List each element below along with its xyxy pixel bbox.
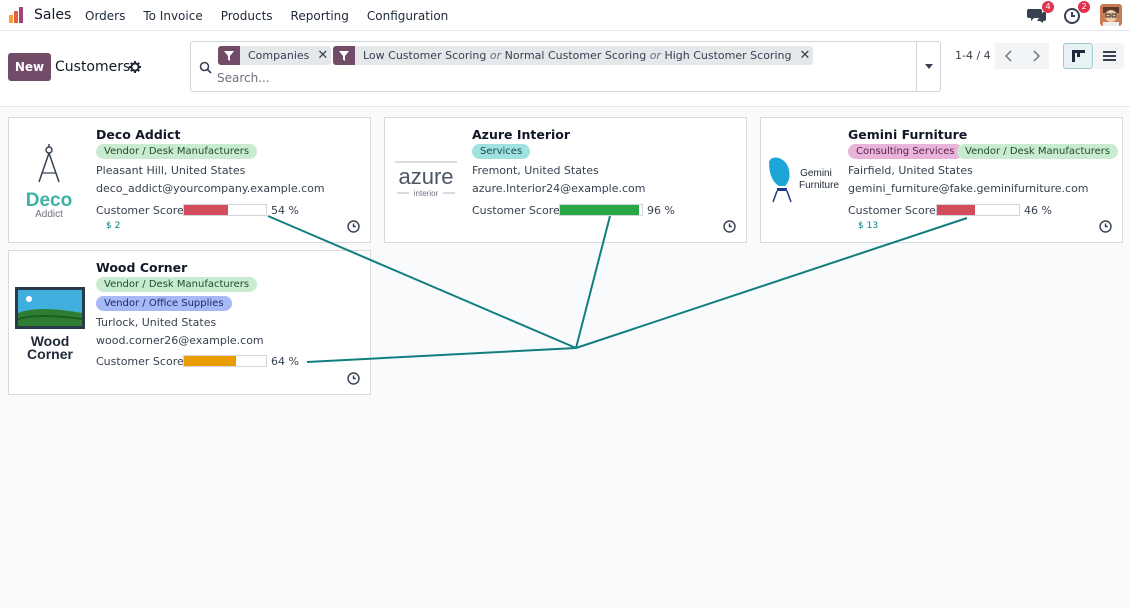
customer-email: azure.Interior24@example.com [472, 182, 646, 195]
svg-text:Furniture: Furniture [799, 180, 839, 191]
sales-amount: $ 2 [106, 221, 121, 231]
activity-clock-icon[interactable] [347, 220, 360, 233]
customer-name: Azure Interior [472, 127, 571, 142]
main-menu: Orders To Invoice Products Reporting Con… [85, 9, 466, 23]
kanban-view-button[interactable] [1063, 43, 1093, 69]
pager-previous-button[interactable] [995, 43, 1022, 69]
app-name[interactable]: Sales [34, 7, 71, 23]
remove-facet-button[interactable]: ✕ [799, 48, 813, 63]
chevron-left-icon [1004, 50, 1012, 62]
score-progress-fill [937, 205, 975, 215]
svg-text:interior: interior [414, 189, 439, 198]
svg-text:Corner: Corner [27, 346, 73, 362]
facet-label: Companies [248, 49, 310, 62]
customer-card[interactable]: Wood Corner Wood Corner Vendor / Desk Ma… [8, 250, 371, 395]
customer-name: Wood Corner [96, 260, 188, 275]
activity-clock-icon[interactable] [723, 220, 736, 233]
search-icon [199, 61, 212, 74]
pager-value[interactable]: 1-4 / 4 [955, 49, 991, 62]
activities-badge: 2 [1078, 1, 1090, 13]
page-title[interactable]: Customers [55, 59, 130, 75]
landscape-icon: Wood Corner [15, 287, 85, 362]
category-tag: Vendor / Desk Manufacturers [96, 277, 258, 292]
category-tag: Services [472, 144, 531, 159]
activities-button[interactable]: 2 [1062, 1, 1090, 26]
search-bar: Companies ✕ Low Customer Scoring or Norm… [190, 41, 941, 92]
category-tag: Consulting Services [848, 144, 963, 159]
filter-facet-scoring: Low Customer Scoring or Normal Customer … [333, 46, 814, 65]
customer-name: Deco Addict [96, 127, 181, 142]
activity-clock-icon[interactable] [1099, 220, 1112, 233]
customer-card[interactable]: Deco Addict Deco Addict Vendor / Desk Ma… [8, 117, 371, 243]
gear-icon[interactable] [129, 61, 141, 73]
compass-icon: Deco Addict [26, 144, 72, 220]
score-label: Customer Score [96, 355, 184, 368]
score-percent: 64 % [271, 355, 299, 368]
company-logo: Gemini Furniture [761, 118, 841, 242]
customer-location: Pleasant Hill, United States [96, 164, 246, 177]
control-panel: New Customers Companies ✕ Low Customer S… [0, 31, 1130, 107]
customer-email: gemini_furniture@fake.geminifurniture.co… [848, 182, 1089, 195]
search-input[interactable] [217, 70, 817, 86]
score-percent: 54 % [271, 204, 299, 217]
pager-next-button[interactable] [1022, 43, 1049, 69]
score-progress-bar [183, 355, 267, 367]
customer-location: Fremont, United States [472, 164, 599, 177]
company-logo: azure interior [385, 118, 465, 242]
list-icon [1102, 51, 1116, 61]
menu-products[interactable]: Products [221, 9, 273, 23]
customer-name: Gemini Furniture [848, 127, 968, 142]
sales-app-icon[interactable] [8, 6, 26, 24]
filter-icon [218, 46, 240, 65]
score-label: Customer Score [472, 204, 560, 217]
company-logo: Wood Corner [9, 251, 89, 375]
customer-card[interactable]: Gemini Furniture Gemini Furniture Consul… [760, 117, 1123, 243]
search-options-toggle[interactable] [916, 42, 940, 91]
score-progress-bar [559, 204, 643, 216]
filter-facet-companies: Companies ✕ [218, 46, 332, 65]
sales-amount: $ 13 [858, 221, 879, 231]
company-logo: Deco Addict [9, 118, 89, 242]
systray: 4 2 [1012, 1, 1122, 26]
category-tag: Vendor / Office Supplies [96, 296, 232, 311]
facet-label: Low Customer Scoring or Normal Customer … [363, 49, 792, 62]
customer-email: wood.corner26@example.com [96, 334, 264, 347]
customer-location: Fairfield, United States [848, 164, 973, 177]
score-progress-fill [560, 205, 639, 215]
score-progress-fill [184, 356, 237, 366]
svg-text:azure: azure [398, 164, 453, 189]
score-label: Customer Score [96, 204, 184, 217]
filter-icon [333, 46, 355, 65]
score-percent: 46 % [1024, 204, 1052, 217]
score-progress-fill [184, 205, 229, 215]
messages-button[interactable]: 4 [1026, 1, 1054, 26]
customer-card[interactable]: azure interior Azure Interior Services F… [384, 117, 747, 243]
score-progress-bar [183, 204, 267, 216]
menu-configuration[interactable]: Configuration [367, 9, 448, 23]
list-view-button[interactable] [1094, 43, 1124, 69]
score-progress-bar [936, 204, 1020, 216]
menu-to-invoice[interactable]: To Invoice [143, 9, 202, 23]
new-button[interactable]: New [8, 53, 51, 81]
score-label: Customer Score [848, 204, 936, 217]
activity-clock-icon[interactable] [347, 372, 360, 385]
remove-facet-button[interactable]: ✕ [317, 48, 331, 63]
svg-text:Addict: Addict [35, 209, 63, 220]
svg-text:Gemini: Gemini [800, 168, 832, 179]
chair-icon: Gemini Furniture [769, 157, 839, 203]
category-tag: Vendor / Desk Manufacturers [96, 144, 258, 159]
svg-text:Deco: Deco [26, 190, 72, 211]
menu-orders[interactable]: Orders [85, 9, 125, 23]
caret-down-icon [924, 64, 933, 69]
chevron-right-icon [1032, 50, 1040, 62]
top-navbar: Sales Orders To Invoice Products Reporti… [0, 0, 1130, 31]
menu-reporting[interactable]: Reporting [291, 9, 349, 23]
score-percent: 96 % [647, 204, 675, 217]
customer-location: Turlock, United States [96, 316, 217, 329]
customer-email: deco_addict@yourcompany.example.com [96, 182, 325, 195]
messages-badge: 4 [1042, 1, 1054, 13]
kanban-icon [1071, 50, 1085, 62]
user-avatar[interactable] [1100, 4, 1122, 26]
category-tag: Vendor / Desk Manufacturers [957, 144, 1119, 159]
